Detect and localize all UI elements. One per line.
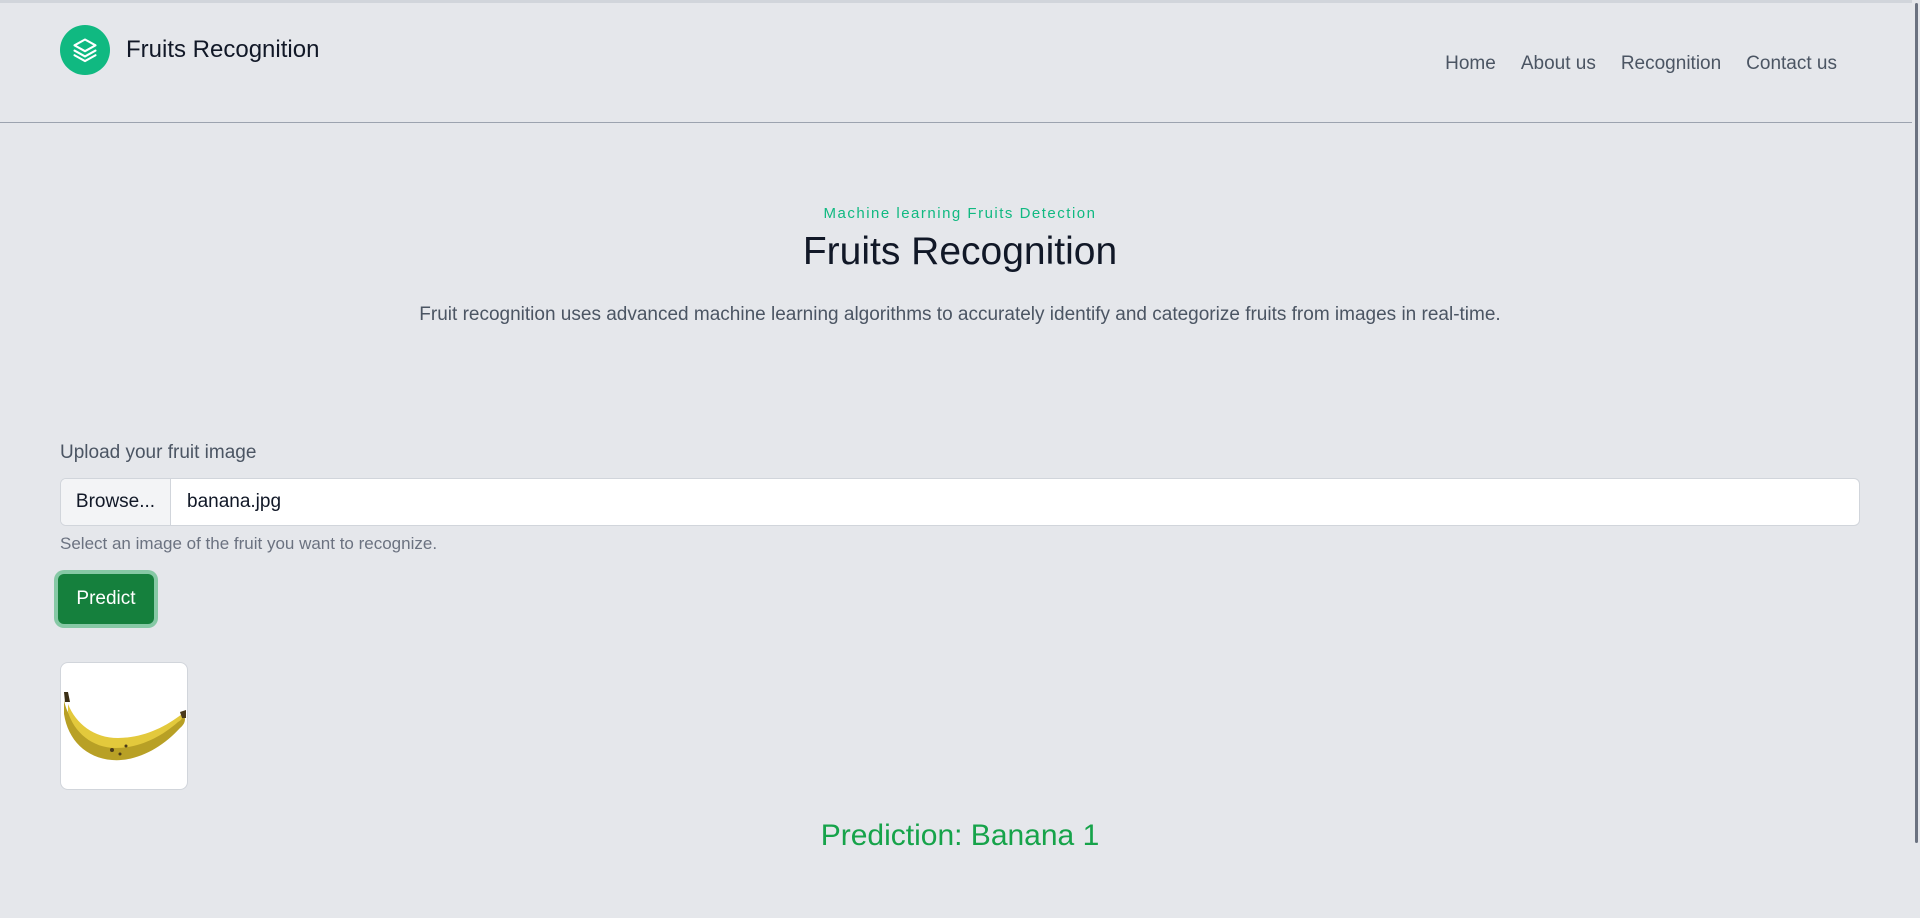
layers-logo-icon xyxy=(60,25,110,75)
hero-section: Machine learning Fruits Detection Fruits… xyxy=(0,205,1920,326)
vertical-scrollbar[interactable] xyxy=(1912,0,1920,918)
nav-contact-us[interactable]: Contact us xyxy=(1746,53,1837,75)
page-title: Fruits Recognition xyxy=(802,230,1118,273)
nav-about-us[interactable]: About us xyxy=(1521,53,1596,75)
nav-home[interactable]: Home xyxy=(1445,53,1496,75)
banana-image-icon xyxy=(64,692,186,761)
brand-title: Fruits Recognition xyxy=(126,36,320,63)
predict-button[interactable]: Predict xyxy=(58,574,154,624)
upload-help-text: Select an image of the fruit you want to… xyxy=(60,534,438,553)
selected-file-name: banana.jpg xyxy=(187,491,282,512)
uploaded-image-preview xyxy=(60,662,188,790)
scrollbar-thumb[interactable] xyxy=(1915,3,1918,843)
hero-eyebrow: Machine learning Fruits Detection xyxy=(823,205,1097,222)
file-upload-field[interactable]: Browse... banana.jpg xyxy=(60,478,1860,526)
nav-recognition[interactable]: Recognition xyxy=(1621,53,1721,75)
upload-label: Upload your fruit image xyxy=(60,442,257,463)
site-header: Fruits Recognition Home About us Recogni… xyxy=(0,3,1920,123)
browse-button[interactable]: Browse... xyxy=(61,479,171,525)
brand[interactable]: Fruits Recognition xyxy=(60,25,319,75)
prediction-result: Prediction: Banana 1 xyxy=(820,819,1100,852)
main-nav: Home About us Recognition Contact us xyxy=(1420,53,1837,75)
hero-description: Fruit recognition uses advanced machine … xyxy=(419,304,1501,325)
